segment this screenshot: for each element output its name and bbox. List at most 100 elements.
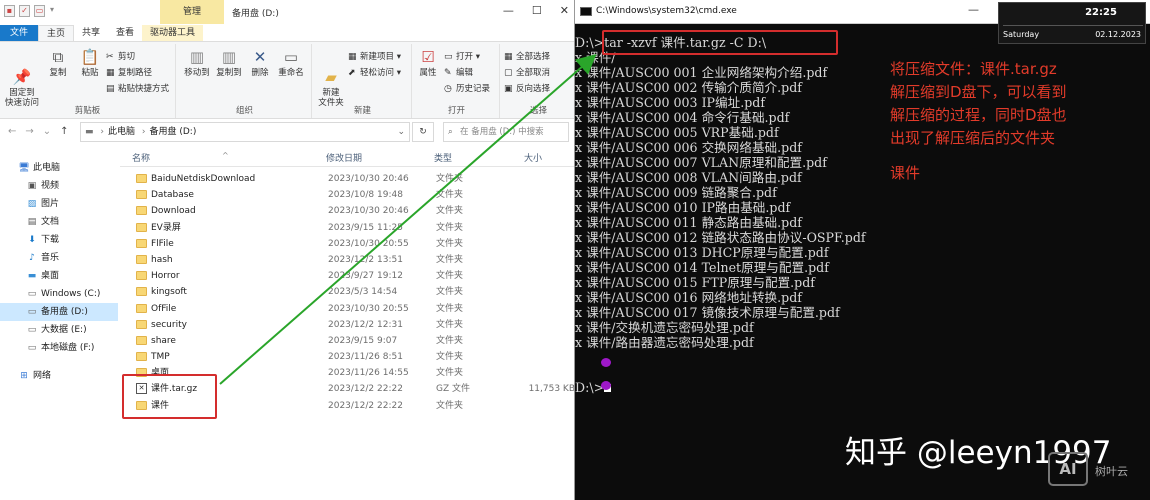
refresh-button[interactable]: ↻ [412, 122, 434, 142]
column-header-name[interactable]: 名称 [132, 151, 150, 164]
qat-dropdown-icon[interactable]: ▾ [49, 5, 55, 17]
copy-to-button[interactable]: ▥ 复制到 [214, 48, 244, 78]
file-name: TMP [151, 352, 170, 363]
clock-divider [1003, 25, 1143, 26]
nav-item[interactable]: ▭ Windows (C:) [0, 285, 118, 303]
save-icon[interactable]: ▪ [4, 5, 15, 17]
nav-item[interactable]: ▭ 本地磁盘 (F:) [0, 339, 118, 357]
back-icon[interactable]: ← [8, 126, 16, 137]
cut-button[interactable]: ✂ 剪切 [106, 50, 135, 62]
minimize-icon[interactable]: — [503, 4, 514, 17]
easy-access-button[interactable]: ⬈ 轻松访问 ▾ [348, 66, 401, 78]
file-row[interactable]: BaiduNetdiskDownload 2023/10/30 20:46 文件夹 [120, 171, 574, 187]
organize-group-label: 组织 [235, 106, 253, 116]
file-list-pane: ^ 名称 修改日期 类型 大小 BaiduNetdiskDownload 2023… [120, 145, 575, 500]
column-header-size[interactable]: 大小 [524, 151, 542, 164]
select-none-button[interactable]: ▢ 全部取消 [504, 66, 550, 78]
edit-button[interactable]: ✎ 编辑 [444, 66, 473, 78]
folder-icon[interactable]: ▭ [34, 5, 45, 17]
file-row[interactable]: kingsoft 2023/5/3 14:54 文件夹 [120, 284, 574, 300]
open-button[interactable]: ▭ 打开 ▾ [444, 50, 480, 62]
file-row[interactable]: Download 2023/10/30 20:46 文件夹 [120, 203, 574, 219]
file-type: 文件夹 [436, 400, 464, 411]
new-folder-icon: ▰ [325, 68, 337, 86]
file-name: EV录屏 [151, 222, 181, 233]
column-header-type[interactable]: 类型 [434, 151, 452, 164]
address-bar-row: ← → ⌄ ↑ ▬ › 此电脑 › 备用盘 (D:) ⌄ ↻ ⌕ 在 备用盘 (D:… [0, 119, 574, 145]
select-all-button[interactable]: ▦ 全部选择 [504, 50, 550, 62]
column-headers: ^ 名称 修改日期 类型 大小 [120, 145, 574, 167]
file-row[interactable]: security 2023/12/2 12:31 文件夹 [120, 317, 574, 333]
file-name-cell: BaiduNetdiskDownload [136, 171, 255, 187]
history-button[interactable]: ◷ 历史记录 [444, 82, 490, 94]
copy-path-label: 复制路径 [118, 68, 153, 78]
file-row[interactable]: Horror 2023/9/27 19:12 文件夹 [120, 268, 574, 284]
file-name-cell: TMP [136, 349, 170, 365]
breadcrumb-separator: › [100, 127, 104, 137]
breadcrumb-separator: › [141, 127, 146, 137]
invert-label: 反向选择 [516, 84, 551, 94]
file-row[interactable]: Database 2023/10/8 19:48 文件夹 [120, 187, 574, 203]
close-icon[interactable]: ✕ [560, 4, 569, 17]
file-row[interactable]: EV录屏 2023/9/15 11:25 文件夹 [120, 220, 574, 236]
column-header-modified[interactable]: 修改日期 [326, 151, 362, 164]
check-icon[interactable]: ✓ [19, 5, 30, 17]
address-dropdown-icon[interactable]: ⌄ [397, 123, 405, 141]
folder-icon [136, 238, 147, 248]
copy-path-button[interactable]: ▦ 复制路径 [106, 66, 152, 78]
file-name: share [151, 335, 176, 346]
breadcrumb-this-pc[interactable]: 此电脑 [108, 127, 135, 137]
nav-item-label: 视频 [41, 181, 60, 191]
properties-button[interactable]: ☑ 属性 [416, 48, 440, 78]
nav-item[interactable]: ▭ 大数据 (E:) [0, 321, 118, 339]
maximize-icon[interactable]: ☐ [532, 4, 542, 17]
forward-icon[interactable]: → [25, 126, 33, 137]
history-label: 历史记录 [456, 84, 491, 94]
address-bar[interactable]: ▬ › 此电脑 › 备用盘 (D:) ⌄ [80, 122, 410, 142]
nav-item[interactable]: ▬ 桌面 [0, 267, 118, 285]
recent-dropdown-icon[interactable]: ⌄ [43, 126, 51, 137]
nav-item[interactable]: ▤ 文档 [0, 213, 118, 231]
file-row[interactable]: hash 2023/12/2 13:51 文件夹 [120, 252, 574, 268]
nav-item[interactable]: 🖥 此电脑 [0, 159, 118, 177]
file-row[interactable]: OfFile 2023/10/30 20:55 文件夹 [120, 301, 574, 317]
ai-logo-icon: AI [1048, 452, 1088, 486]
move-to-button[interactable]: ▥ 移动到 [182, 48, 212, 78]
file-name: kingsoft [151, 287, 187, 298]
paste-shortcut-button[interactable]: ▤ 粘贴快捷方式 [106, 82, 169, 94]
file-row[interactable]: TMP 2023/11/26 8:51 文件夹 [120, 349, 574, 365]
file-type: 文件夹 [436, 271, 464, 282]
copy-button[interactable]: ⧉ 复制 [44, 48, 72, 78]
tab-file[interactable]: 文件 [0, 25, 38, 41]
tab-share[interactable]: 共享 [74, 25, 108, 41]
console-prompt-line[interactable]: D:\> [575, 380, 1150, 395]
nav-item[interactable]: ▭ 备用盘 (D:) [0, 303, 118, 321]
up-icon[interactable]: ↑ [60, 126, 68, 137]
nav-item[interactable]: ▣ 视频 [0, 177, 118, 195]
invert-selection-button[interactable]: ▣ 反向选择 [504, 82, 550, 94]
file-row[interactable]: share 2023/9/15 9:07 文件夹 [120, 333, 574, 349]
file-type: 文件夹 [436, 352, 464, 363]
file-date: 2023/12/2 22:22 [328, 384, 403, 395]
file-size: 11,753 KB [528, 384, 575, 395]
minimize-icon[interactable]: — [968, 3, 979, 16]
nav-item[interactable]: ▨ 图片 [0, 195, 118, 213]
nav-item[interactable]: ♪ 音乐 [0, 249, 118, 267]
drive-icon: ▭ [27, 343, 37, 353]
manage-tab[interactable]: 管理 [160, 0, 224, 24]
nav-item[interactable]: ⊞ 网络 [0, 367, 118, 385]
tab-view[interactable]: 查看 [108, 25, 142, 41]
tab-drive-tools[interactable]: 驱动器工具 [142, 25, 204, 41]
new-item-button[interactable]: ▦ 新建项目 ▾ [348, 50, 401, 62]
file-row[interactable]: FlFile 2023/10/30 20:55 文件夹 [120, 236, 574, 252]
ribbon: 📌 固定到 快速访问 ⧉ 复制 📋 粘贴 ✂ 剪切 ▦ 复制路径 ▤ 粘贴快捷方式 剪贴板 … [0, 41, 574, 119]
search-input[interactable]: ⌕ 在 备用盘 (D:) 中搜索 [443, 122, 569, 142]
refresh-icon: ↻ [419, 127, 427, 137]
nav-item[interactable]: ⬇ 下载 [0, 231, 118, 249]
breadcrumb-drive-d[interactable]: 备用盘 (D:) [150, 127, 197, 137]
console-line: x 课件/AUSC00 012 链路状态路由协议-OSPF.pdf [575, 230, 866, 245]
paste-button[interactable]: 📋 粘贴 [76, 48, 104, 78]
tab-home[interactable]: 主页 [38, 25, 75, 41]
rename-button[interactable]: ▭ 重命名 [276, 48, 306, 78]
delete-button[interactable]: ✕ 删除 [248, 48, 272, 78]
